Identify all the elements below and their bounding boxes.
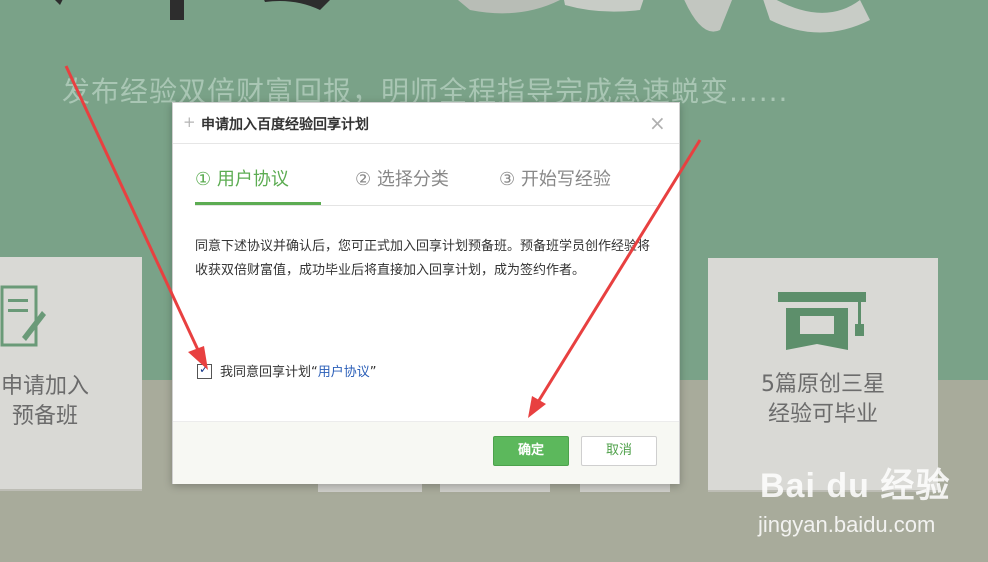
join-plan-dialog: + 申请加入百度经验回享计划 × ① 用户协议 ② 选择分类 ③ 开始写经验 同… [172, 102, 680, 484]
graduation-cap-icon [778, 292, 866, 350]
plus-icon: + [183, 113, 196, 131]
dialog-title: 申请加入百度经验回享计划 [201, 117, 369, 133]
step-card-graduate-label: 5篇原创三星 经验可毕业 [761, 372, 885, 427]
agree-row: 我同意回享计划“用户协议” [197, 361, 377, 380]
cancel-button[interactable]: 取消 [581, 436, 657, 466]
confirm-button[interactable]: 确定 [493, 436, 569, 466]
step-card-apply-label: 申请加入 预备班 [0, 374, 89, 429]
calligraphy-banner-art [55, 0, 870, 33]
dialog-header: + 申请加入百度经验回享计划 × [173, 103, 679, 144]
dialog-footer: 确定 取消 [173, 421, 679, 484]
user-agreement-link[interactable]: 用户协议 [318, 365, 370, 380]
tab-select-category[interactable]: ② 选择分类 [355, 165, 449, 191]
agree-label-suffix: ” [369, 365, 377, 380]
step-card-graduate[interactable]: 5篇原创三星 经验可毕业 [708, 258, 938, 490]
watermark-url: jingyan.baidu.com [758, 512, 936, 537]
tab-user-agreement[interactable]: ① 用户协议 [195, 165, 289, 191]
document-edit-icon [0, 285, 46, 347]
tab-start-writing[interactable]: ③ 开始写经验 [499, 165, 611, 191]
close-icon[interactable]: × [649, 111, 666, 135]
watermark-logo: Bai du 经验 [760, 467, 951, 505]
step-tabs: ① 用户协议 ② 选择分类 ③ 开始写经验 [195, 161, 657, 206]
active-tab-indicator [195, 202, 321, 205]
agreement-description: 同意下述协议并确认后，您可正式加入回享计划预备班。预备班学员创作经验将收获双倍财… [195, 239, 651, 278]
step-card-apply[interactable]: 申请加入 预备班 [0, 257, 142, 489]
agree-label: 我同意回享计划“ [220, 365, 318, 380]
agree-checkbox[interactable] [197, 362, 212, 379]
baidu-jingyan-watermark: Bai du 经验 jingyan.baidu.com [758, 458, 951, 537]
